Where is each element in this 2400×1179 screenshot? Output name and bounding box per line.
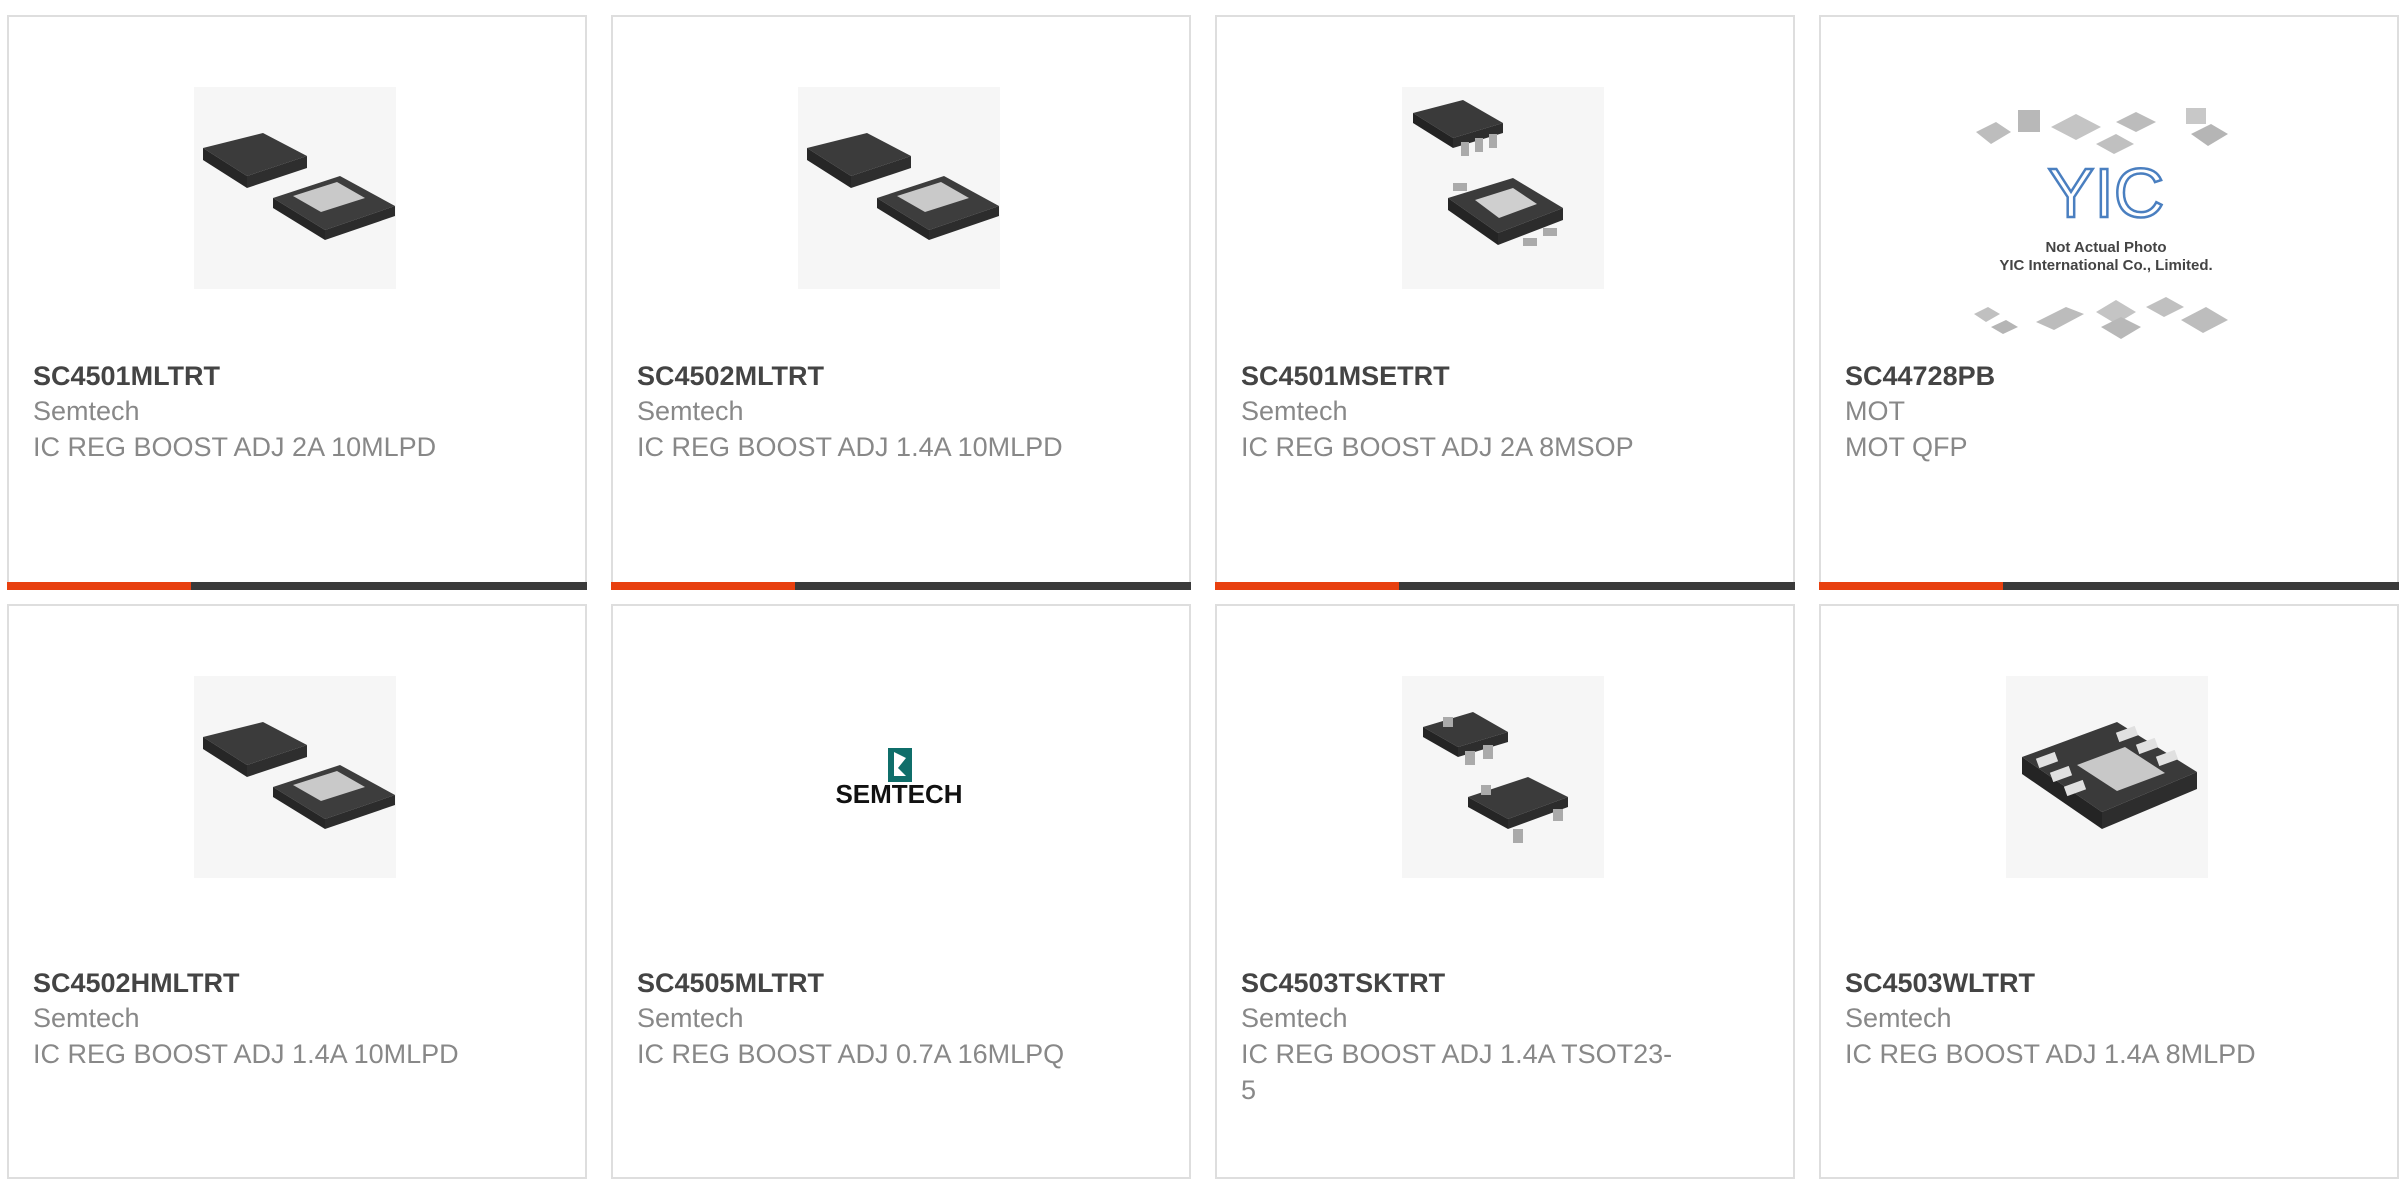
manufacturer: Semtech: [637, 1003, 744, 1033]
description: IC REG BOOST ADJ 1.4A 10MLPD: [637, 432, 1063, 462]
product-image: SEMTECH: [798, 676, 1000, 878]
part-number[interactable]: SC4501MLTRT: [33, 359, 545, 393]
description: IC REG BOOST ADJ 1.4A TSOT23-5: [1241, 1039, 1673, 1105]
product-card[interactable]: YIC Not Actual Photo YIC International C…: [1819, 15, 2399, 590]
product-image: [798, 87, 1000, 289]
ic-package-dfn-icon: [2022, 722, 2197, 829]
manufacturer: Semtech: [1241, 1003, 1348, 1033]
product-image: [194, 676, 396, 878]
card-accent-bar: [1215, 582, 1399, 590]
ic-package-mlpd-icon: [203, 133, 395, 240]
description: IC REG BOOST ADJ 1.4A 10MLPD: [33, 1039, 459, 1069]
product-image: YIC Not Actual Photo YIC International C…: [1966, 102, 2246, 342]
card-bottom-bar: [1819, 582, 2399, 590]
not-actual-photo-placeholder: YIC Not Actual Photo YIC International C…: [1974, 108, 2228, 339]
product-card[interactable]: SC4503WLTRT Semtech IC REG BOOST ADJ 1.4…: [1819, 604, 2399, 1179]
product-image: [2006, 676, 2208, 878]
ic-package-tsot-icon: [1423, 712, 1568, 843]
part-number[interactable]: SC4501MSETRT: [1241, 359, 1753, 393]
ic-package-mlpd-icon: [203, 722, 395, 829]
manufacturer: Semtech: [33, 1003, 140, 1033]
product-card[interactable]: SEMTECH SC4505MLTRT Semtech IC REG BOOST…: [611, 604, 1191, 1179]
part-number[interactable]: SC4503TSKTRT: [1241, 966, 1753, 1000]
part-number[interactable]: SC4505MLTRT: [637, 966, 1149, 1000]
not-actual-photo-text: Not Actual Photo: [2045, 239, 2166, 256]
manufacturer: Semtech: [637, 396, 744, 426]
manufacturer: Semtech: [1241, 396, 1348, 426]
product-card[interactable]: SC4502HMLTRT Semtech IC REG BOOST ADJ 1.…: [7, 604, 587, 1179]
product-card[interactable]: SC4503TSKTRT Semtech IC REG BOOST ADJ 1.…: [1215, 604, 1795, 1179]
description: MOT QFP: [1845, 432, 1968, 462]
yic-logo: YIC: [2048, 154, 2165, 232]
manufacturer: Semtech: [1845, 1003, 1952, 1033]
product-card[interactable]: SC4501MSETRT Semtech IC REG BOOST ADJ 2A…: [1215, 15, 1795, 590]
ic-package-mlpd-icon: [807, 133, 999, 240]
product-card[interactable]: SC4501MLTRT Semtech IC REG BOOST ADJ 2A …: [7, 15, 587, 590]
semtech-logo: SEMTECH: [835, 748, 963, 809]
product-image: [1402, 87, 1604, 289]
card-bottom-bar: [611, 582, 1191, 590]
part-number[interactable]: SC4502MLTRT: [637, 359, 1149, 393]
description: IC REG BOOST ADJ 2A 8MSOP: [1241, 432, 1634, 462]
company-name-text: YIC International Co., Limited.: [1999, 257, 2212, 274]
part-number[interactable]: SC44728PB: [1845, 359, 2357, 393]
description: IC REG BOOST ADJ 1.4A 8MLPD: [1845, 1039, 2256, 1069]
svg-text:SEMTECH: SEMTECH: [835, 779, 962, 809]
manufacturer: MOT: [1845, 396, 1905, 426]
manufacturer: Semtech: [33, 396, 140, 426]
description: IC REG BOOST ADJ 0.7A 16MLPQ: [637, 1039, 1065, 1069]
part-number[interactable]: SC4502HMLTRT: [33, 966, 545, 1000]
card-accent-bar: [7, 582, 191, 590]
product-image: [194, 87, 396, 289]
product-image: [1402, 676, 1604, 878]
card-bottom-bar: [1215, 582, 1795, 590]
card-accent-bar: [611, 582, 795, 590]
product-card[interactable]: SC4502MLTRT Semtech IC REG BOOST ADJ 1.4…: [611, 15, 1191, 590]
ic-package-msop-icon: [1413, 100, 1563, 246]
card-accent-bar: [1819, 582, 2003, 590]
card-bottom-bar: [7, 582, 587, 590]
part-number[interactable]: SC4503WLTRT: [1845, 966, 2357, 1000]
description: IC REG BOOST ADJ 2A 10MLPD: [33, 432, 437, 462]
